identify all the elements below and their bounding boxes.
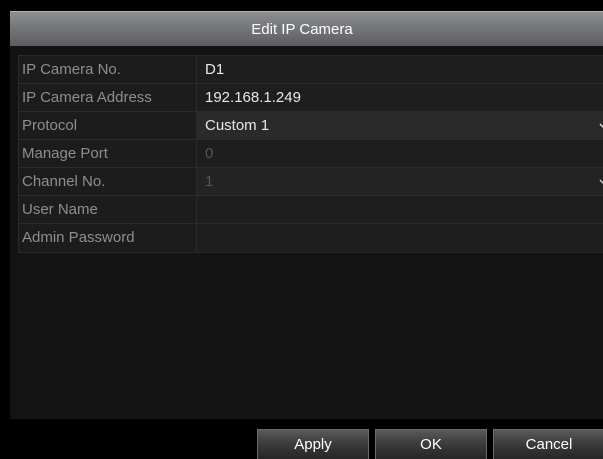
dialog-title: Edit IP Camera: [251, 20, 353, 38]
form-row-user-name: User Name: [19, 196, 603, 224]
chevron-down-icon[interactable]: [598, 171, 603, 191]
channel-no-selected-value: 1: [205, 173, 214, 190]
manage-port-field: 0: [197, 140, 603, 167]
form-row-ip-camera-address: IP Camera Address 192.168.1.249: [19, 84, 603, 112]
admin-password-field[interactable]: [197, 224, 603, 252]
form-row-ip-camera-no: IP Camera No. D1: [19, 56, 603, 84]
chevron-down-icon[interactable]: [598, 115, 603, 135]
apply-button[interactable]: Apply: [257, 429, 369, 459]
ok-button[interactable]: OK: [375, 429, 487, 459]
dialog-titlebar: Edit IP Camera: [10, 11, 603, 46]
manage-port-label: Manage Port: [19, 140, 197, 167]
user-name-field[interactable]: [197, 196, 603, 223]
ip-camera-address-label: IP Camera Address: [19, 84, 197, 111]
camera-settings-form: IP Camera No. D1 IP Camera Address 192.1…: [18, 55, 603, 253]
edit-ip-camera-dialog: Edit IP Camera IP Camera No. D1 IP Camer…: [0, 0, 603, 459]
channel-no-label: Channel No.: [19, 168, 197, 195]
ip-camera-no-value: D1: [197, 56, 603, 83]
admin-password-label: Admin Password: [19, 224, 197, 252]
dialog-body: IP Camera No. D1 IP Camera Address 192.1…: [10, 46, 603, 419]
user-name-label: User Name: [19, 196, 197, 223]
ip-camera-address-field[interactable]: 192.168.1.249: [197, 84, 603, 111]
ip-camera-no-label: IP Camera No.: [19, 56, 197, 83]
cancel-button[interactable]: Cancel: [493, 429, 603, 459]
protocol-label: Protocol: [19, 112, 197, 139]
channel-no-select[interactable]: 1: [197, 168, 603, 195]
form-row-manage-port: Manage Port 0: [19, 140, 603, 168]
protocol-selected-value: Custom 1: [205, 117, 270, 134]
form-row-admin-password: Admin Password: [19, 224, 603, 252]
protocol-select[interactable]: Custom 1: [197, 112, 603, 139]
form-row-protocol: Protocol Custom 1: [19, 112, 603, 140]
form-row-channel-no: Channel No. 1: [19, 168, 603, 196]
